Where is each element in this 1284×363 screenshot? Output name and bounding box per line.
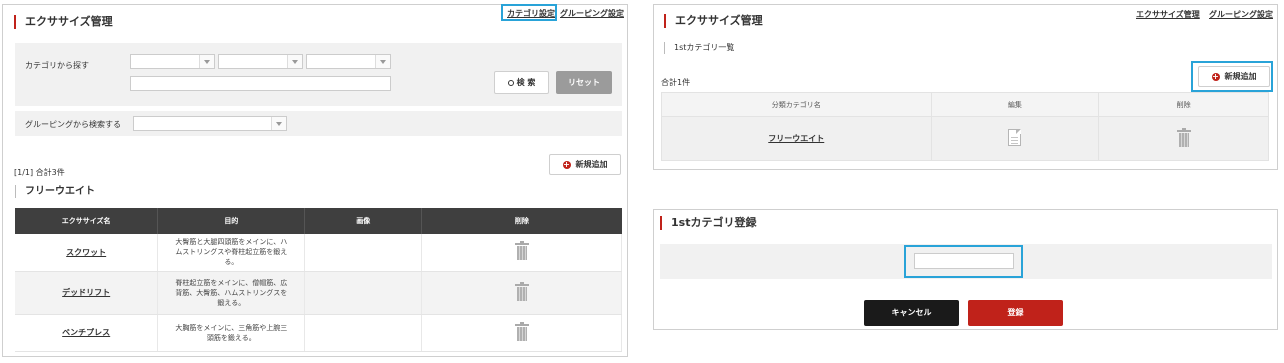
trash-icon[interactable] bbox=[514, 321, 529, 341]
group-title: フリーウエイト bbox=[15, 185, 95, 198]
column-header-image: 画像 bbox=[304, 208, 423, 234]
exercise-name-link[interactable]: デッドリフト bbox=[62, 288, 110, 297]
grouping-search-label: グルーピングから検索する bbox=[25, 120, 121, 129]
search-icon bbox=[507, 80, 514, 86]
search-button[interactable]: 検 索 bbox=[494, 71, 549, 94]
page-title: エクササイズ管理 bbox=[664, 14, 763, 28]
category-list-subtitle: 1stカテゴリ一覧 bbox=[664, 42, 734, 54]
category-search-box: カテゴリから探す 検 索 リセット bbox=[15, 43, 622, 106]
page-title: エクササイズ管理 bbox=[14, 15, 113, 29]
exercise-list-panel: エクササイズ管理 カテゴリ設定 グルーピング設定 カテゴリから探す 検 索 リセ… bbox=[2, 4, 628, 357]
column-header-name: エクササイズ名 bbox=[15, 208, 159, 234]
category-list-panel: エクササイズ管理 エクササイズ管理 グルーピング設定 1stカテゴリ一覧 合計1… bbox=[653, 4, 1278, 170]
category-name-link[interactable]: フリーウエイト bbox=[768, 134, 824, 143]
reset-button[interactable]: リセット bbox=[556, 71, 612, 94]
exercise-purpose: 大臀筋と大腿四頭筋をメインに、ハムストリングスや脊柱起立筋を鍛える。 bbox=[175, 238, 288, 267]
table-row: スクワット 大臀筋と大腿四頭筋をメインに、ハムストリングスや脊柱起立筋を鍛える。 bbox=[15, 234, 622, 272]
grouping-select[interactable] bbox=[133, 116, 287, 131]
exercise-name-link[interactable]: ベンチプレス bbox=[62, 328, 110, 337]
table-row: ベンチプレス 大胸筋をメインに、三角筋や上腕三頭筋を鍛える。 bbox=[15, 314, 622, 352]
grouping-search-box: グルーピングから検索する bbox=[15, 111, 622, 136]
grouping-settings-link[interactable]: グルーピング設定 bbox=[560, 8, 624, 19]
exercise-image bbox=[304, 314, 423, 352]
result-count: [1/1] 合計3件 bbox=[14, 168, 65, 177]
table-row: デッドリフト 脊柱起立筋をメインに、僧帽筋、広背筋、大臀筋、ハムストリングスを鍛… bbox=[15, 271, 622, 315]
chevron-down-icon bbox=[287, 55, 302, 68]
chevron-down-icon bbox=[271, 117, 286, 130]
exercise-purpose: 大胸筋をメインに、三角筋や上腕三頭筋を鍛える。 bbox=[175, 323, 288, 342]
column-header-delete: 削除 bbox=[421, 208, 622, 234]
keyword-input[interactable] bbox=[130, 76, 391, 91]
exercise-management-link[interactable]: エクササイズ管理 bbox=[1136, 9, 1200, 20]
chevron-down-icon bbox=[199, 55, 214, 68]
exercise-image bbox=[304, 234, 423, 272]
chevron-down-icon bbox=[375, 55, 390, 68]
table-row: フリーウエイト bbox=[661, 116, 1269, 161]
column-header-purpose: 目的 bbox=[157, 208, 306, 234]
plus-circle-icon: + bbox=[562, 159, 571, 169]
column-header-category: 分類カテゴリ名 bbox=[661, 92, 932, 117]
column-header-edit: 編集 bbox=[930, 92, 1100, 117]
grouping-settings-link[interactable]: グルーピング設定 bbox=[1209, 9, 1273, 20]
exercise-table: エクササイズ名 目的 画像 削除 スクワット 大臀筋と大腿四頭筋をメインに、ハム… bbox=[15, 208, 622, 352]
exercise-image bbox=[304, 271, 423, 315]
submit-button[interactable]: 登録 bbox=[968, 300, 1063, 326]
form-title: 1stカテゴリ登録 bbox=[660, 216, 756, 230]
document-edit-icon[interactable] bbox=[1008, 129, 1022, 146]
category-select-3[interactable] bbox=[306, 54, 391, 69]
category-search-label: カテゴリから探す bbox=[25, 61, 89, 70]
category-settings-highlight bbox=[501, 4, 557, 21]
column-header-delete: 削除 bbox=[1098, 92, 1269, 117]
trash-icon[interactable] bbox=[1176, 127, 1191, 147]
exercise-name-link[interactable]: スクワット bbox=[66, 248, 106, 257]
cancel-button[interactable]: キャンセル bbox=[864, 300, 959, 326]
trash-icon[interactable] bbox=[514, 241, 529, 261]
category-input-highlight bbox=[904, 245, 1023, 278]
exercise-purpose: 脊柱起立筋をメインに、僧帽筋、広背筋、大臀筋、ハムストリングスを鍛える。 bbox=[175, 278, 288, 307]
category-table: 分類カテゴリ名 編集 削除 フリーウエイト bbox=[661, 92, 1269, 161]
result-count: 合計1件 bbox=[661, 78, 691, 87]
category-select-2[interactable] bbox=[218, 54, 303, 69]
trash-icon[interactable] bbox=[514, 281, 529, 301]
add-new-highlight bbox=[1191, 61, 1273, 92]
category-select-1[interactable] bbox=[130, 54, 215, 69]
add-new-button[interactable]: + 新規追加 bbox=[549, 154, 621, 175]
category-register-panel: 1stカテゴリ登録 キャンセル 登録 bbox=[653, 209, 1278, 330]
